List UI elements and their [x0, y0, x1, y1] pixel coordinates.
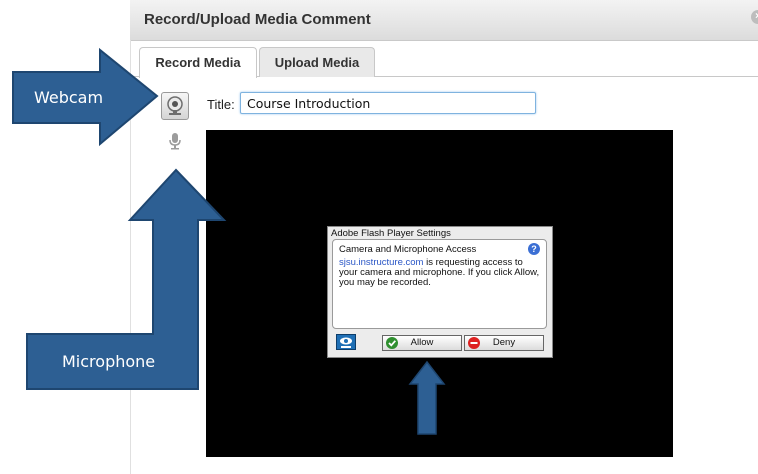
microphone-callout-label: Microphone [62, 352, 156, 371]
callout-layer [12, 47, 446, 435]
webcam-callout-label: Webcam [34, 88, 104, 107]
allow-callout-arrow [408, 360, 446, 435]
